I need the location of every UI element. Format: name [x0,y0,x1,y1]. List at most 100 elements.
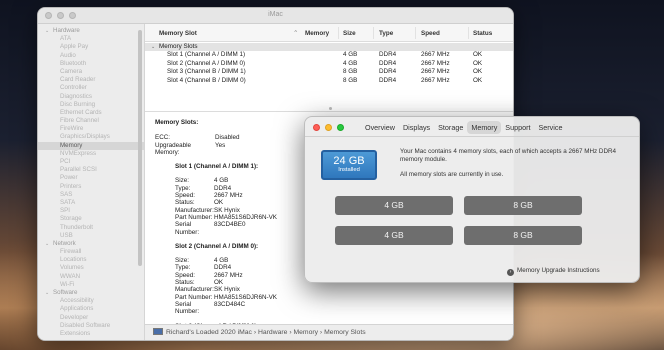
memory-upgrade-label[interactable]: Memory Upgrade Instructions [517,267,600,274]
sidebar-item-locations[interactable]: Locations [38,256,144,264]
cell-size: 8 GB [343,68,358,76]
table-row[interactable]: Slot 3 (Channel B / DIMM 1) 8 GB DDR4 2667 … [145,68,513,76]
title-bar[interactable]: iMac [38,8,513,24]
sidebar-item-disabled-software[interactable]: Disabled Software [38,322,144,330]
sidebar-scrollbar[interactable] [138,30,142,266]
sidebar-item-thunderbolt[interactable]: Thunderbolt [38,224,144,232]
sidebar-item-label: Hardware [53,27,80,34]
tab-memory[interactable]: Memory [467,121,502,134]
sidebar-item-ethernet-cards[interactable]: Ethernet Cards [38,109,144,117]
field-value: OK [214,279,224,287]
divider-handle-icon [329,107,332,110]
field-label: Size: [175,257,189,265]
sidebar-category-software[interactable]: ⌄ Software [38,289,144,297]
traffic-lights [313,124,344,131]
close-button[interactable] [313,124,320,131]
sidebar-list: ⌄ Hardware ATA Apple Pay Audio Bluetooth Camer… [38,27,144,338]
sidebar-item-sata[interactable]: SATA [38,199,144,207]
column-header-status[interactable]: Status [473,30,492,37]
cell-speed: 2667 MHz [421,59,450,67]
sidebar-item-parallel-scsi[interactable]: Parallel SCSI [38,166,144,174]
sidebar-item-firewall[interactable]: Firewall [38,248,144,256]
table-group-row[interactable]: ⌄ Memory Slots [145,43,513,52]
sidebar-item-applications[interactable]: Applications [38,305,144,313]
slot-detail-field: Part Number: HMA851S6DJR6N-VK [155,294,513,301]
sidebar-item-controller[interactable]: Controller [38,84,144,92]
sidebar-item-label: Network [53,239,76,247]
sidebar-category-network[interactable]: ⌄ Network [38,240,144,248]
sidebar-item-apple-pay[interactable]: Apple Pay [38,43,144,51]
sidebar-item-storage[interactable]: Storage [38,215,144,223]
memory-description-text: Your Mac contains 4 memory slots, each o… [400,148,617,163]
sidebar-item-nvmexpress[interactable]: NVMExpress [38,150,144,158]
sidebar: ⌄ Hardware ATA Apple Pay Audio Bluetooth Camer… [38,24,145,340]
disclosure-chevron-icon[interactable]: ⌄ [151,43,155,51]
sidebar-item-label: Accessibility [60,297,94,305]
tab-storage[interactable]: Storage [434,121,467,134]
sidebar-item-developer[interactable]: Developer [38,314,144,322]
column-header-memory[interactable]: Memory [305,30,329,37]
sidebar-item-memory[interactable]: Memory [38,141,144,150]
sidebar-item-usb[interactable]: USB [38,232,144,240]
sidebar-item-label: SPI [60,207,70,215]
table-row[interactable]: Slot 4 (Channel B / DIMM 0) 8 GB DDR4 2667 … [145,77,513,85]
tab-support[interactable]: Support [501,121,534,134]
ecc-value: Disabled [215,134,240,142]
sidebar-item-pci[interactable]: PCI [38,158,144,166]
chevron-down-icon[interactable]: ⌄ [45,240,53,248]
sidebar-category-hardware[interactable]: ⌄ Hardware [38,27,144,35]
sidebar-item-fibre-channel[interactable]: Fibre Channel [38,117,144,125]
column-header-size[interactable]: Size [343,30,356,37]
sidebar-item-diagnostics[interactable]: Diagnostics [38,93,144,101]
split-divider[interactable] [145,106,513,112]
sidebar-item-power[interactable]: Power [38,174,144,182]
sidebar-item-accessibility[interactable]: Accessibility [38,297,144,305]
cell-type: DDR4 [379,76,397,84]
table-row[interactable]: Slot 2 (Channel A / DIMM 0) 4 GB DDR4 2667 … [145,60,513,68]
sidebar-item-card-reader[interactable]: Card Reader [38,76,144,84]
zoom-button[interactable] [337,124,344,131]
minimize-button[interactable] [325,124,332,131]
about-this-mac-window: Overview Displays Storage Memory Support Serv… [304,116,640,283]
field-label: Size: [175,177,189,185]
field-label: Part Number: [175,293,213,301]
sidebar-item-label: SAS [60,190,73,198]
sidebar-item-wi-fi[interactable]: Wi-Fi [38,281,144,289]
sidebar-item-wwan[interactable]: WWAN [38,273,144,281]
column-header-type[interactable]: Type [379,30,393,37]
sidebar-item-disc-burning[interactable]: Disc Burning [38,101,144,109]
toolbar-divider [305,136,639,137]
chevron-down-icon[interactable]: ⌄ [45,289,53,297]
column-header-memory-slot[interactable]: Memory Slot [159,30,197,37]
sidebar-item-spi[interactable]: SPI [38,207,144,215]
arrow-right-circle-icon: › [507,269,514,276]
sidebar-item-firewire[interactable]: FireWire [38,125,144,133]
tab-overview[interactable]: Overview [361,121,399,134]
tab-service[interactable]: Service [534,121,566,134]
sidebar-item-bluetooth[interactable]: Bluetooth [38,60,144,68]
sidebar-item-camera[interactable]: Camera [38,68,144,76]
field-label: Manufacturer: [175,286,214,294]
sidebar-item-label: FireWire [60,125,84,133]
field-label: Speed: [175,192,195,200]
sidebar-item-sas[interactable]: SAS [38,191,144,199]
chevron-down-icon[interactable]: ⌄ [45,27,53,35]
sidebar-item-label: Memory [60,141,83,149]
table-header: Memory Slot ⌃ Memory Size Type Speed Sta… [145,24,513,42]
sidebar-item-ata[interactable]: ATA [38,35,144,43]
memory-upgrade-link[interactable]: › Memory Upgrade Instructions [507,267,600,276]
sidebar-item-printers[interactable]: Printers [38,183,144,191]
sidebar-item-graphics-displays[interactable]: Graphics/Displays [38,133,144,141]
sidebar-item-extensions[interactable]: Extensions [38,330,144,338]
tab-displays[interactable]: Displays [399,121,434,134]
cell-slot: Slot 3 (Channel B / DIMM 1) [167,68,246,76]
sidebar-item-label: NVMExpress [60,149,97,157]
path-machine[interactable]: Richard's Loaded 2020 iMac [166,329,252,336]
sidebar-item-label: Disabled Software [60,321,111,329]
column-header-speed[interactable]: Speed [421,30,440,37]
table-row[interactable]: Slot 1 (Channel A / DIMM 1) 4 GB DDR4 2667 … [145,51,513,59]
sidebar-item-volumes[interactable]: Volumes [38,264,144,272]
column-separator [468,27,469,39]
cell-size: 8 GB [343,76,358,84]
sidebar-item-audio[interactable]: Audio [38,52,144,60]
